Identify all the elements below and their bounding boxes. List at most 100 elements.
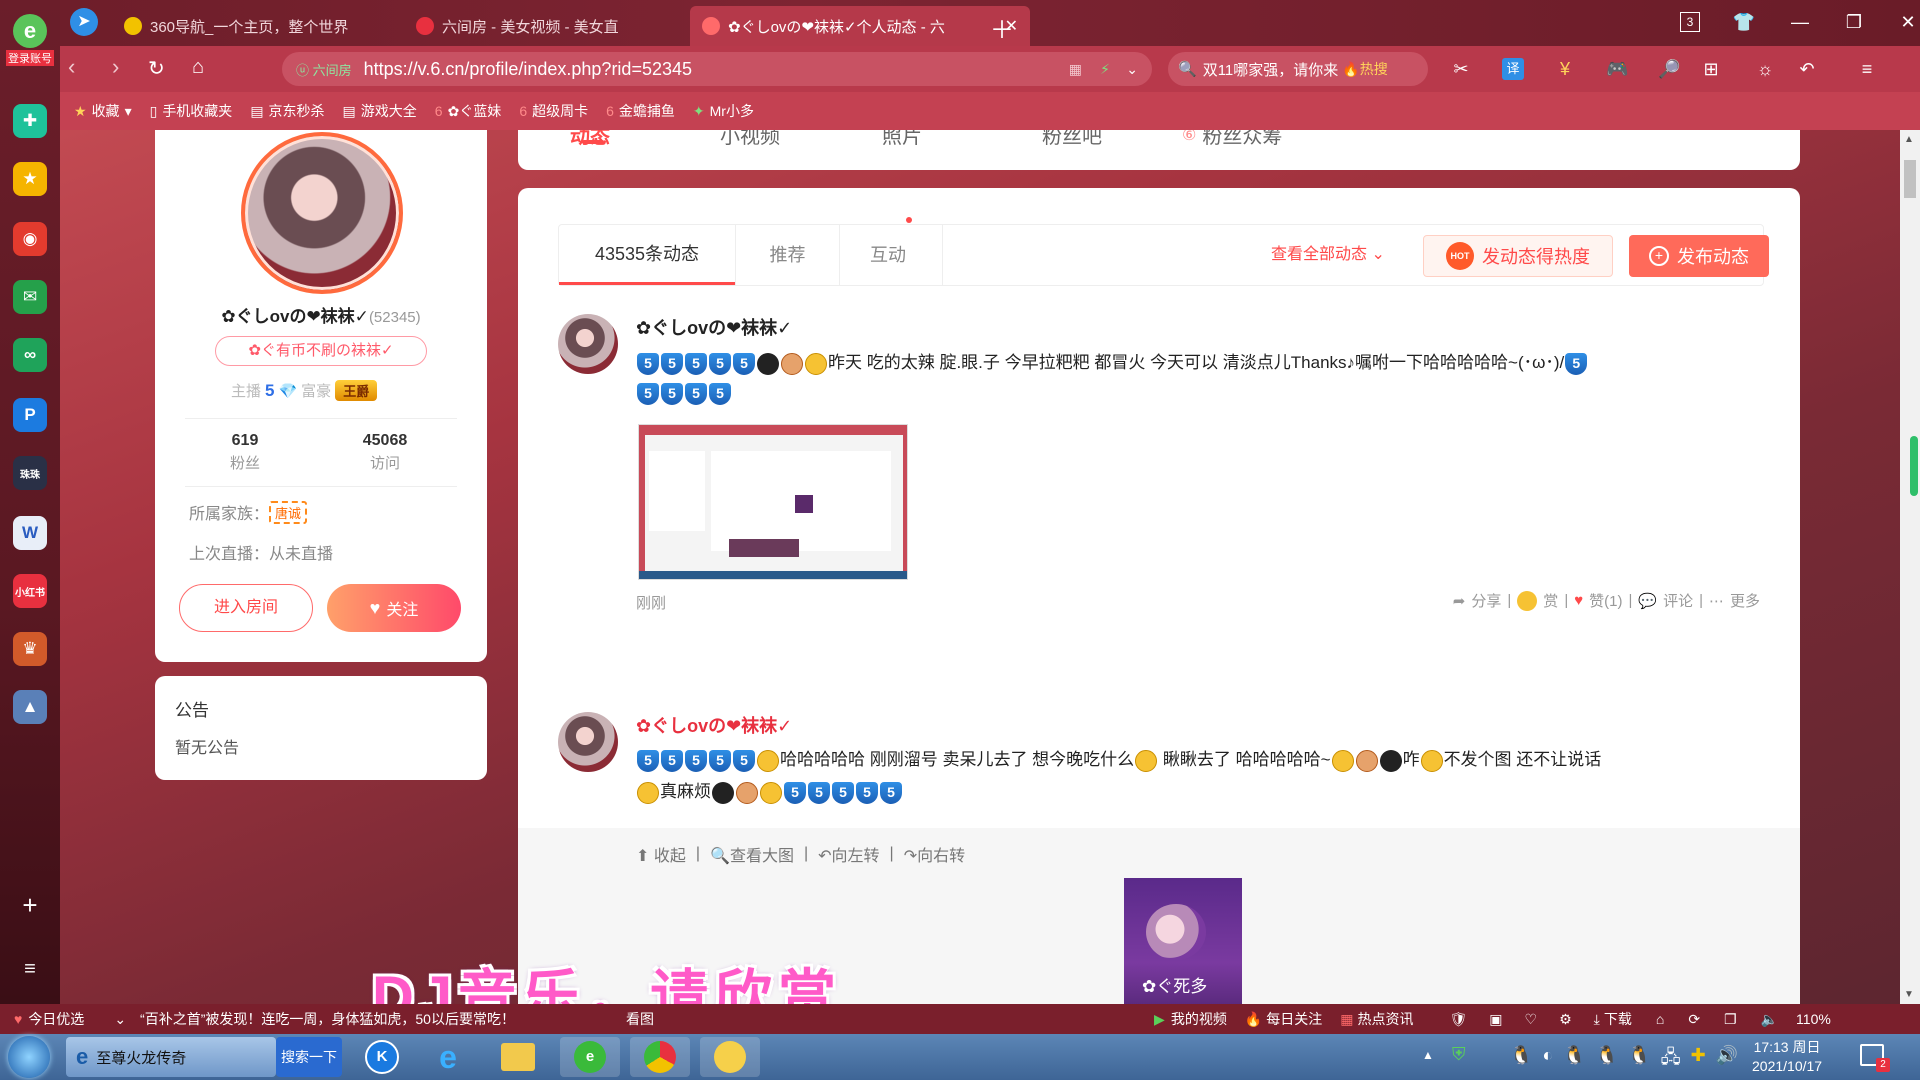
back-icon[interactable]: ‹ <box>68 54 75 80</box>
bookmark-favorites[interactable]: ★ 收藏 ▾ <box>74 101 132 121</box>
tab-dynamic[interactable]: 动态 <box>570 130 610 146</box>
bookmark-mobile[interactable]: ▯ 手机收藏夹 <box>150 101 233 121</box>
p-app-icon[interactable]: P <box>13 398 47 432</box>
heart-rate-icon[interactable]: ♡ <box>1525 1011 1538 1028</box>
tab-fanbar[interactable]: 粉丝吧 <box>1042 130 1102 149</box>
bookmark-lanmei[interactable]: 6 ✿ぐ蓝妹 <box>435 101 502 121</box>
bookmark-fishing[interactable]: 6 金蟾捕鱼 <box>606 101 675 121</box>
nav-compass-icon[interactable]: ➤ <box>70 8 98 36</box>
skin-shirt-icon[interactable]: 👕 <box>1732 12 1756 33</box>
translate-icon[interactable]: 译 <box>1502 58 1524 80</box>
fire-icon[interactable]: 🔥 <box>1245 1011 1262 1028</box>
game2-icon[interactable]: ♛ <box>13 632 47 666</box>
post-avatar[interactable] <box>558 314 618 374</box>
volume-icon[interactable]: 🔈 <box>1761 1011 1778 1028</box>
like-button[interactable]: 赞(1) <box>1589 590 1622 611</box>
qr-icon[interactable]: ▦ <box>1069 61 1082 78</box>
avatar[interactable] <box>241 132 403 294</box>
tray-shield-icon[interactable]: ⛨ <box>1452 1044 1466 1065</box>
bookmark-mrxiaoduo[interactable]: ✦ Mr小多 <box>693 101 754 121</box>
search-input[interactable]: 🔍 双11哪家强，请你来 🔥热搜 <box>1168 52 1428 86</box>
gamepad-icon[interactable]: 🎮 <box>1606 58 1628 80</box>
taskbar-kugou-icon[interactable]: K <box>356 1037 408 1077</box>
menu-list-icon[interactable]: ≡ <box>13 952 47 986</box>
tab-profile[interactable]: ✿ぐしovの❤袜袜✓个人动态 - 六 ✕ <box>690 6 1030 46</box>
news-tag[interactable]: 看图 <box>626 1009 654 1029</box>
image-icon[interactable]: ▣ <box>1489 1011 1502 1028</box>
fans-stat[interactable]: 619 粉丝 <box>195 432 295 473</box>
scroll-up-icon[interactable]: ▲ <box>1904 134 1914 145</box>
weibo-icon[interactable]: ◉ <box>13 222 47 256</box>
tray-qq-icon[interactable]: 🐧 <box>1563 1045 1585 1075</box>
forward-icon[interactable]: › <box>112 54 119 80</box>
network-icon[interactable]: ⌂ <box>1656 1011 1664 1027</box>
post-image-thumbnail[interactable] <box>638 424 908 580</box>
reward-button[interactable]: 赏 <box>1543 590 1558 611</box>
start-button[interactable] <box>8 1036 50 1078</box>
my-video-link[interactable]: 我的视频 <box>1171 1009 1227 1029</box>
close-window-icon[interactable]: ✕ <box>1896 12 1920 33</box>
tray-clock[interactable]: 17:13 周日 2021/10/17 <box>1752 1038 1822 1076</box>
tray-qq-icon[interactable]: 🐧 <box>1596 1045 1618 1075</box>
tray-qq-icon[interactable]: 🐧 <box>1510 1045 1532 1075</box>
post-image[interactable]: ✿ぐ死多 <box>1124 878 1242 1004</box>
chevron-down-icon[interactable]: ▾ <box>125 103 132 120</box>
daily-follow-link[interactable]: 每日关注 <box>1266 1009 1322 1029</box>
bolt-icon[interactable]: ⚡ <box>1100 61 1110 78</box>
new-tab-button[interactable]: ＋ <box>990 10 1014 45</box>
tray-qq-icon[interactable]: 🐧 <box>1628 1045 1650 1075</box>
tab-recommend[interactable]: 推荐 <box>735 225 839 285</box>
tab-photos[interactable]: 照片 <box>882 130 922 149</box>
zoom-level[interactable]: 110% <box>1796 1011 1831 1027</box>
plus-app-icon[interactable]: ✚ <box>13 104 47 138</box>
tray-app-icon[interactable]: ◐ <box>1542 1045 1553 1075</box>
scroll-thumb[interactable] <box>1904 160 1916 198</box>
reward-coin-icon[interactable] <box>1517 590 1538 611</box>
bookmark-weekcard[interactable]: 6 超级周卡 <box>519 101 588 121</box>
chevron-down-icon[interactable]: ⌄ <box>114 1011 126 1028</box>
tab-count-badge[interactable]: 3 <box>1680 12 1700 32</box>
post-avatar[interactable] <box>558 712 618 772</box>
login-label[interactable]: 登录账号 <box>6 50 54 66</box>
add-icon[interactable]: + <box>13 888 47 922</box>
today-pick-label[interactable]: 今日优选 <box>28 1009 84 1029</box>
window-icon[interactable]: ❐ <box>1724 1011 1737 1028</box>
my-video-icon[interactable]: ▶ <box>1154 1011 1165 1028</box>
tray-network-icon[interactable]: 🖧 <box>1661 1045 1681 1075</box>
download-icon[interactable]: ⤓ <box>1594 1011 1600 1028</box>
tab-360nav[interactable]: 360导航_一个主页，整个世界 <box>112 6 452 46</box>
more-button[interactable]: 更多 <box>1730 590 1760 611</box>
taskbar-explorer-icon[interactable] <box>492 1037 544 1077</box>
comment-button[interactable]: 评论 <box>1663 590 1693 611</box>
undo-icon[interactable]: ↶ <box>1796 58 1818 80</box>
view-large-button[interactable]: 🔍查看大图 <box>710 842 794 866</box>
taskbar-app-game[interactable]: e 至尊火龙传奇 <box>66 1037 276 1077</box>
download-link[interactable]: 下载 <box>1604 1009 1632 1029</box>
taskbar-chick-icon[interactable] <box>700 1037 760 1077</box>
tab-interact[interactable]: 互动 <box>839 217 943 285</box>
favorites-star-icon[interactable]: ★ <box>13 162 47 196</box>
shield-icon[interactable]: 🛡 <box>1450 1011 1468 1028</box>
restore-icon[interactable]: ❐ <box>1842 12 1866 33</box>
bookmark-jd[interactable]: ▤ 京东秒杀 <box>250 101 324 121</box>
more-icon[interactable]: ⋯ <box>1709 592 1724 610</box>
tray-volume-icon[interactable]: 🔊 <box>1716 1045 1738 1075</box>
sync-icon[interactable]: ⟳ <box>1688 1011 1700 1028</box>
brightness-icon[interactable]: ☼ <box>1754 58 1776 80</box>
speed-icon[interactable]: ⚙ <box>1559 1011 1572 1028</box>
tab-crowdfund[interactable]: ⑥ 粉丝众筹 <box>1182 130 1282 149</box>
doc-icon[interactable]: W <box>13 516 47 550</box>
apps-grid-icon[interactable]: ⊞ <box>1700 58 1722 80</box>
collapse-button[interactable]: ⬆ 收起 <box>636 842 686 866</box>
rotate-left-button[interactable]: ↶向左转 <box>818 842 879 866</box>
menu-icon[interactable]: ≡ <box>1856 58 1878 80</box>
tray-expand-icon[interactable]: ▲ <box>1422 1048 1434 1062</box>
post-author[interactable]: ✿ぐしovの❤袜袜✓ <box>636 712 792 738</box>
url-field[interactable]: ⓤ 六间房 https://v.6.cn/profile/index.php?r… <box>282 52 1152 86</box>
login-logo-icon[interactable]: e 登录账号 <box>6 14 54 66</box>
game3-icon[interactable]: ▲ <box>13 690 47 724</box>
comment-icon[interactable]: 💬 <box>1638 592 1657 610</box>
mail-icon[interactable]: ✉ <box>13 280 47 314</box>
magnifier-icon[interactable]: 🔎 <box>1658 58 1680 80</box>
minimize-icon[interactable]: — <box>1788 12 1812 33</box>
